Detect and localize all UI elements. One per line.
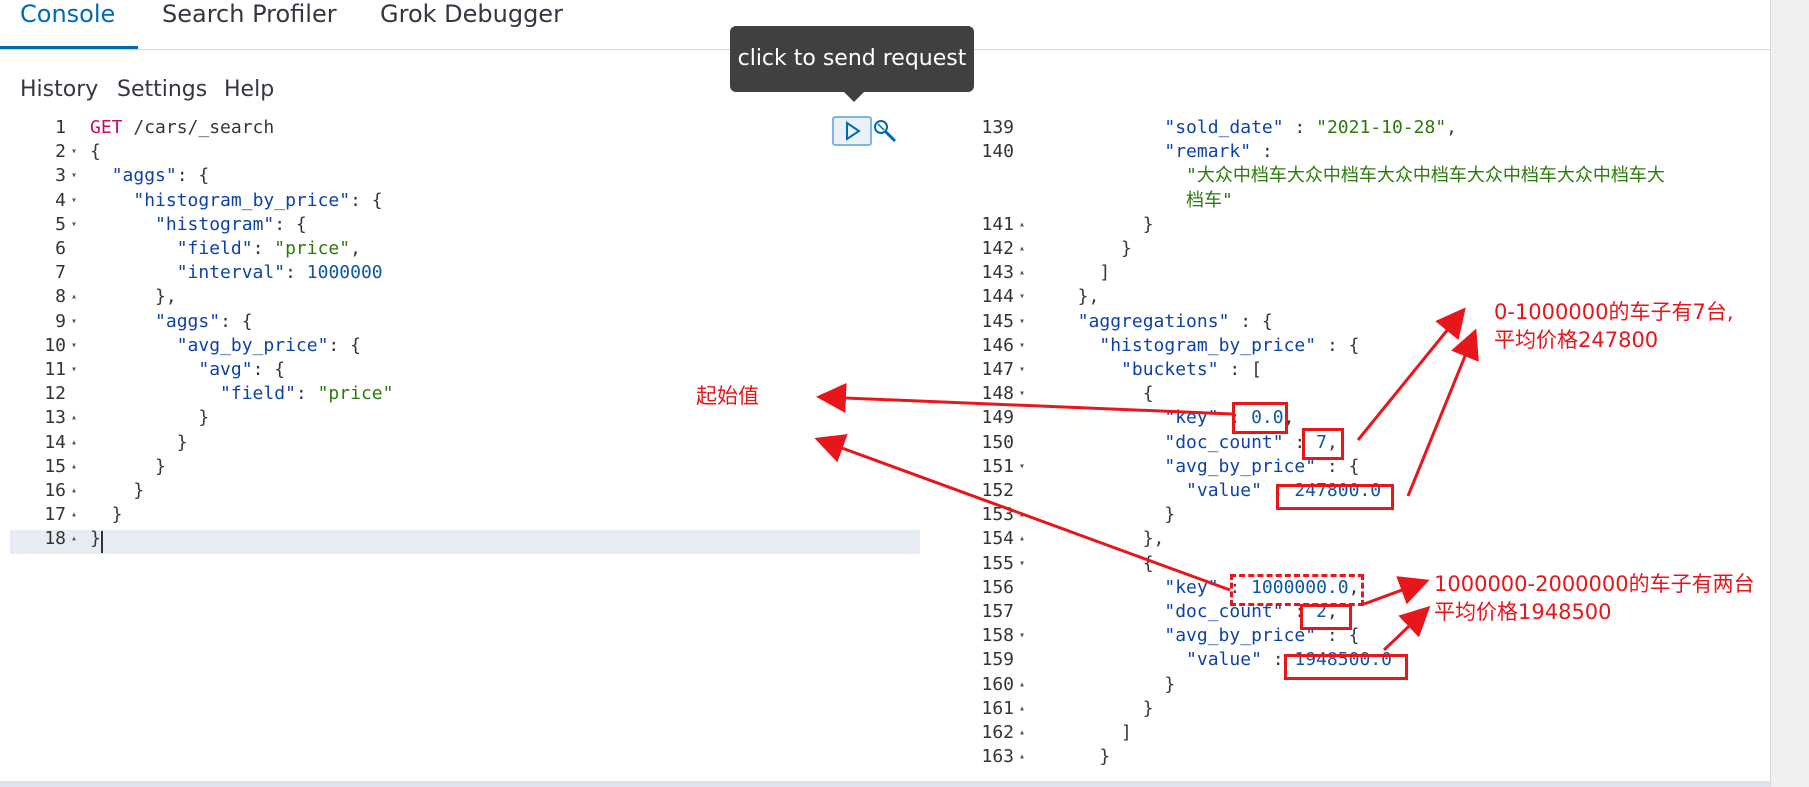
arrow-key0-to-start (816, 383, 1233, 416)
arrow-count7 (1356, 307, 1466, 441)
arrow-avg1948500 (1382, 605, 1431, 652)
annotation-arrows (814, 307, 1479, 652)
arrow-count2 (1363, 576, 1430, 606)
arrow-key1000000-to-start (814, 434, 1231, 592)
arrow-avg247800 (1406, 328, 1479, 497)
